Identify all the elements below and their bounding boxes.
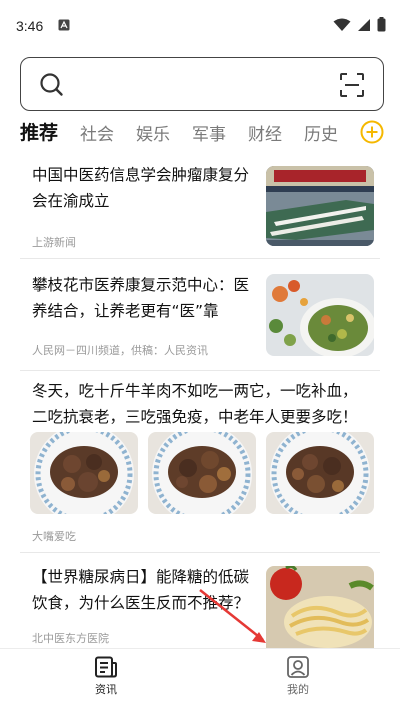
tab-society[interactable]: 社会 bbox=[80, 120, 114, 145]
nav-profile[interactable]: 我的 bbox=[258, 655, 338, 697]
status-bar: 3:46 bbox=[0, 0, 400, 50]
search-input[interactable] bbox=[77, 68, 317, 100]
search-bar[interactable] bbox=[20, 57, 384, 111]
news-title[interactable]: 攀枝花市医养康复示范中心：医养结合，让养老更有“医”靠 bbox=[32, 272, 262, 324]
scan-icon[interactable] bbox=[339, 72, 365, 98]
news-source: 大嘴爱吃 bbox=[32, 530, 76, 543]
news-title[interactable]: 中国中医药信息学会肿瘤康复分会在渝成立 bbox=[32, 162, 262, 214]
braised-meat-photo[interactable] bbox=[266, 432, 374, 514]
news-item[interactable]: 中国中医药信息学会肿瘤康复分会在渝成立 上游新闻 bbox=[20, 152, 380, 252]
tab-history[interactable]: 历史 bbox=[304, 120, 338, 145]
search-icon[interactable] bbox=[39, 72, 65, 98]
braised-meat-photo[interactable] bbox=[148, 432, 256, 514]
news-source: 北中医东方医院 bbox=[32, 632, 109, 645]
pasta-dish-photo[interactable] bbox=[266, 566, 374, 648]
news-source: 上游新闻 bbox=[32, 236, 76, 249]
tab-recommend[interactable]: 推荐 bbox=[20, 118, 58, 145]
news-title[interactable]: 冬天，吃十斤牛羊肉不如吃一两它，一吃补血，二吃抗衰老，三吃强免疫，中老年人更要多… bbox=[32, 378, 372, 430]
salad-plate-photo[interactable] bbox=[266, 274, 374, 356]
battery-icon bbox=[377, 17, 386, 32]
news-item[interactable]: 攀枝花市医养康复示范中心：医养结合，让养老更有“医”靠 人民网－四川频道，供稿：… bbox=[20, 262, 380, 366]
status-time: 3:46 bbox=[16, 18, 44, 34]
news-source: 人民网－四川频道，供稿：人民资讯 bbox=[32, 344, 208, 357]
profile-icon[interactable] bbox=[286, 655, 310, 679]
wifi-icon bbox=[333, 18, 351, 31]
add-channel-icon[interactable] bbox=[360, 120, 384, 144]
bottom-nav: 资讯 我的 bbox=[0, 648, 400, 709]
notification-icon bbox=[58, 19, 70, 31]
tab-military[interactable]: 军事 bbox=[192, 120, 226, 145]
news-item[interactable]: 【世界糖尿病日】能降糖的低碳饮食，为什么医生反而不推荐？ 北中医东方医院 bbox=[20, 556, 380, 648]
news-title[interactable]: 【世界糖尿病日】能降糖的低碳饮食，为什么医生反而不推荐？ bbox=[32, 564, 252, 616]
news-item[interactable]: 冬天，吃十斤牛羊肉不如吃一两它，一吃补血，二吃抗衰老，三吃强免疫，中老年人更要多… bbox=[20, 372, 380, 543]
braised-meat-photo[interactable] bbox=[30, 432, 138, 514]
category-tabs: 推荐 社会 娱乐 军事 财经 历史 bbox=[0, 114, 400, 152]
nav-profile-label: 我的 bbox=[287, 683, 309, 696]
nav-news[interactable]: 资讯 bbox=[66, 655, 146, 697]
news-icon[interactable] bbox=[94, 655, 118, 679]
signal-icon bbox=[358, 18, 370, 31]
tab-entertainment[interactable]: 娱乐 bbox=[136, 120, 170, 145]
conference-hall-photo[interactable] bbox=[266, 166, 374, 246]
nav-news-label: 资讯 bbox=[95, 683, 117, 696]
tab-finance[interactable]: 财经 bbox=[248, 120, 282, 145]
